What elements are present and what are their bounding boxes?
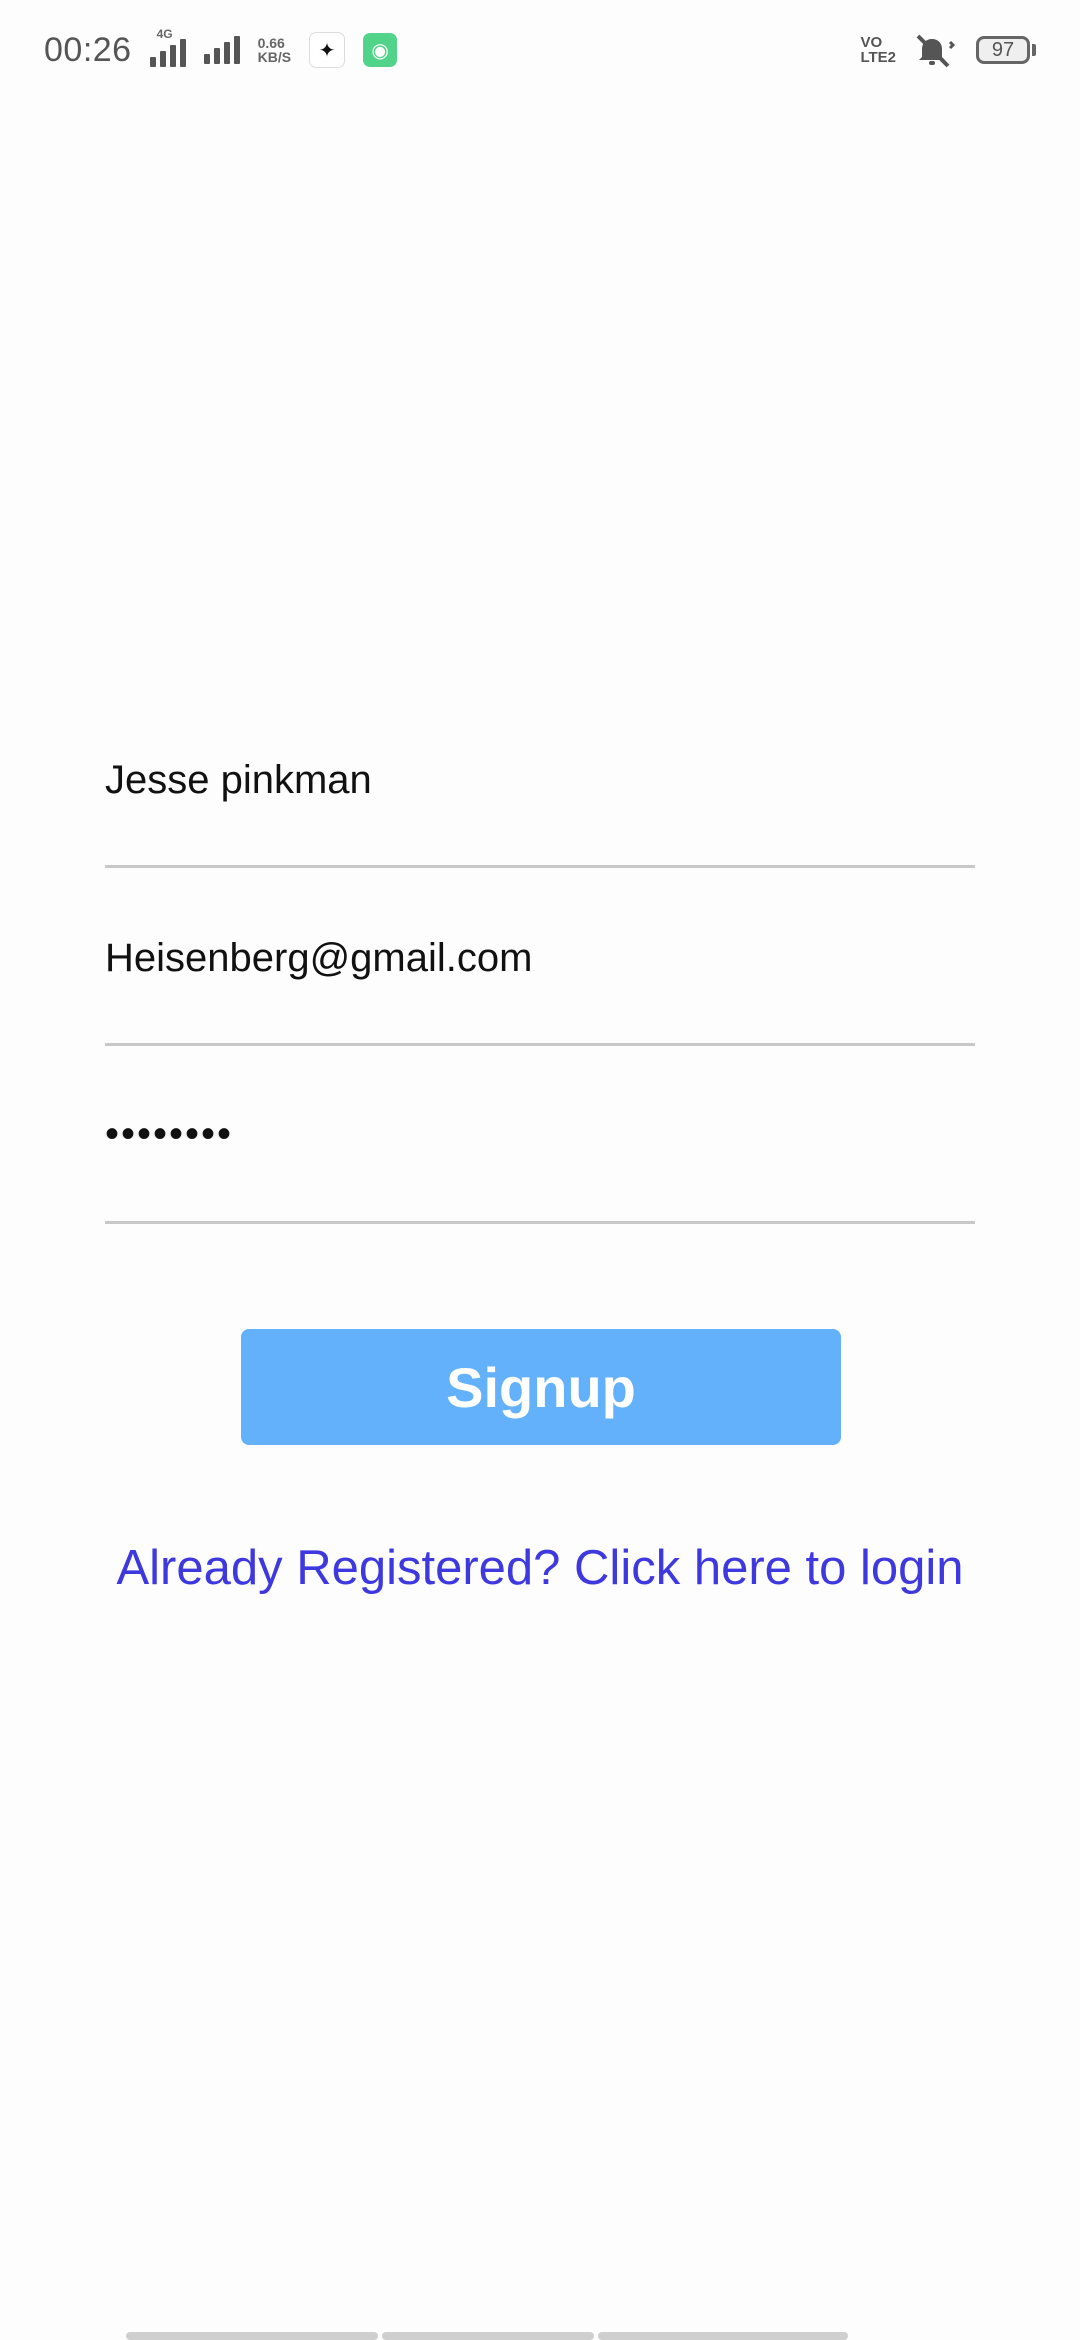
volte-icon: VO LTE2 <box>860 35 896 65</box>
email-field[interactable]: Heisenberg@gmail.com <box>105 898 975 1046</box>
volte-bottom-label: LTE2 <box>860 49 896 66</box>
name-field-value[interactable]: Jesse pinkman <box>105 758 372 803</box>
battery-icon: 97 <box>976 36 1036 64</box>
signal-icon <box>149 39 186 67</box>
network-rate-unit: KB/S <box>257 49 292 65</box>
password-field-value[interactable]: •••••••• <box>105 1112 233 1157</box>
battery-tip <box>1032 44 1036 56</box>
login-link[interactable]: Already Registered? Click here to login <box>105 1540 975 1596</box>
network-rate: 0.66 KB/S <box>258 36 291 64</box>
nav-handle-center <box>382 2332 594 2340</box>
mute-icon <box>916 34 956 68</box>
name-field[interactable]: Jesse pinkman <box>105 720 975 868</box>
signal-icon-secondary <box>203 36 240 64</box>
app-icon-green: ◉ <box>363 33 398 67</box>
status-right: VO LTE2 97 <box>860 32 1036 68</box>
signup-form: Jesse pinkman Heisenberg@gmail.com •••••… <box>105 720 975 1254</box>
password-field[interactable]: •••••••• <box>105 1076 975 1224</box>
email-field-value[interactable]: Heisenberg@gmail.com <box>105 936 532 981</box>
network-type-label: 4G <box>156 27 173 41</box>
nav-handle-left <box>126 2332 378 2340</box>
signal-4g-group: 4G <box>149 27 186 67</box>
nav-handle-right <box>598 2332 848 2340</box>
signup-button[interactable]: Signup <box>241 1329 841 1445</box>
status-bar: 00:26 4G 0.66 KB/S ✦ ◉ VO LTE2 97 <box>0 0 1080 100</box>
password-field-underline <box>105 1221 975 1224</box>
volte-top-label: VO <box>860 34 883 51</box>
status-time: 00:26 <box>44 30 132 69</box>
network-rate-value: 0.66 <box>257 35 285 51</box>
app-icon-black: ✦ <box>309 32 346 68</box>
status-left: 00:26 4G 0.66 KB/S ✦ ◉ <box>44 27 398 70</box>
name-field-underline <box>105 865 975 868</box>
battery-level: 97 <box>976 36 1030 64</box>
email-field-underline <box>105 1043 975 1046</box>
bottom-navigation-handles <box>126 2332 848 2340</box>
